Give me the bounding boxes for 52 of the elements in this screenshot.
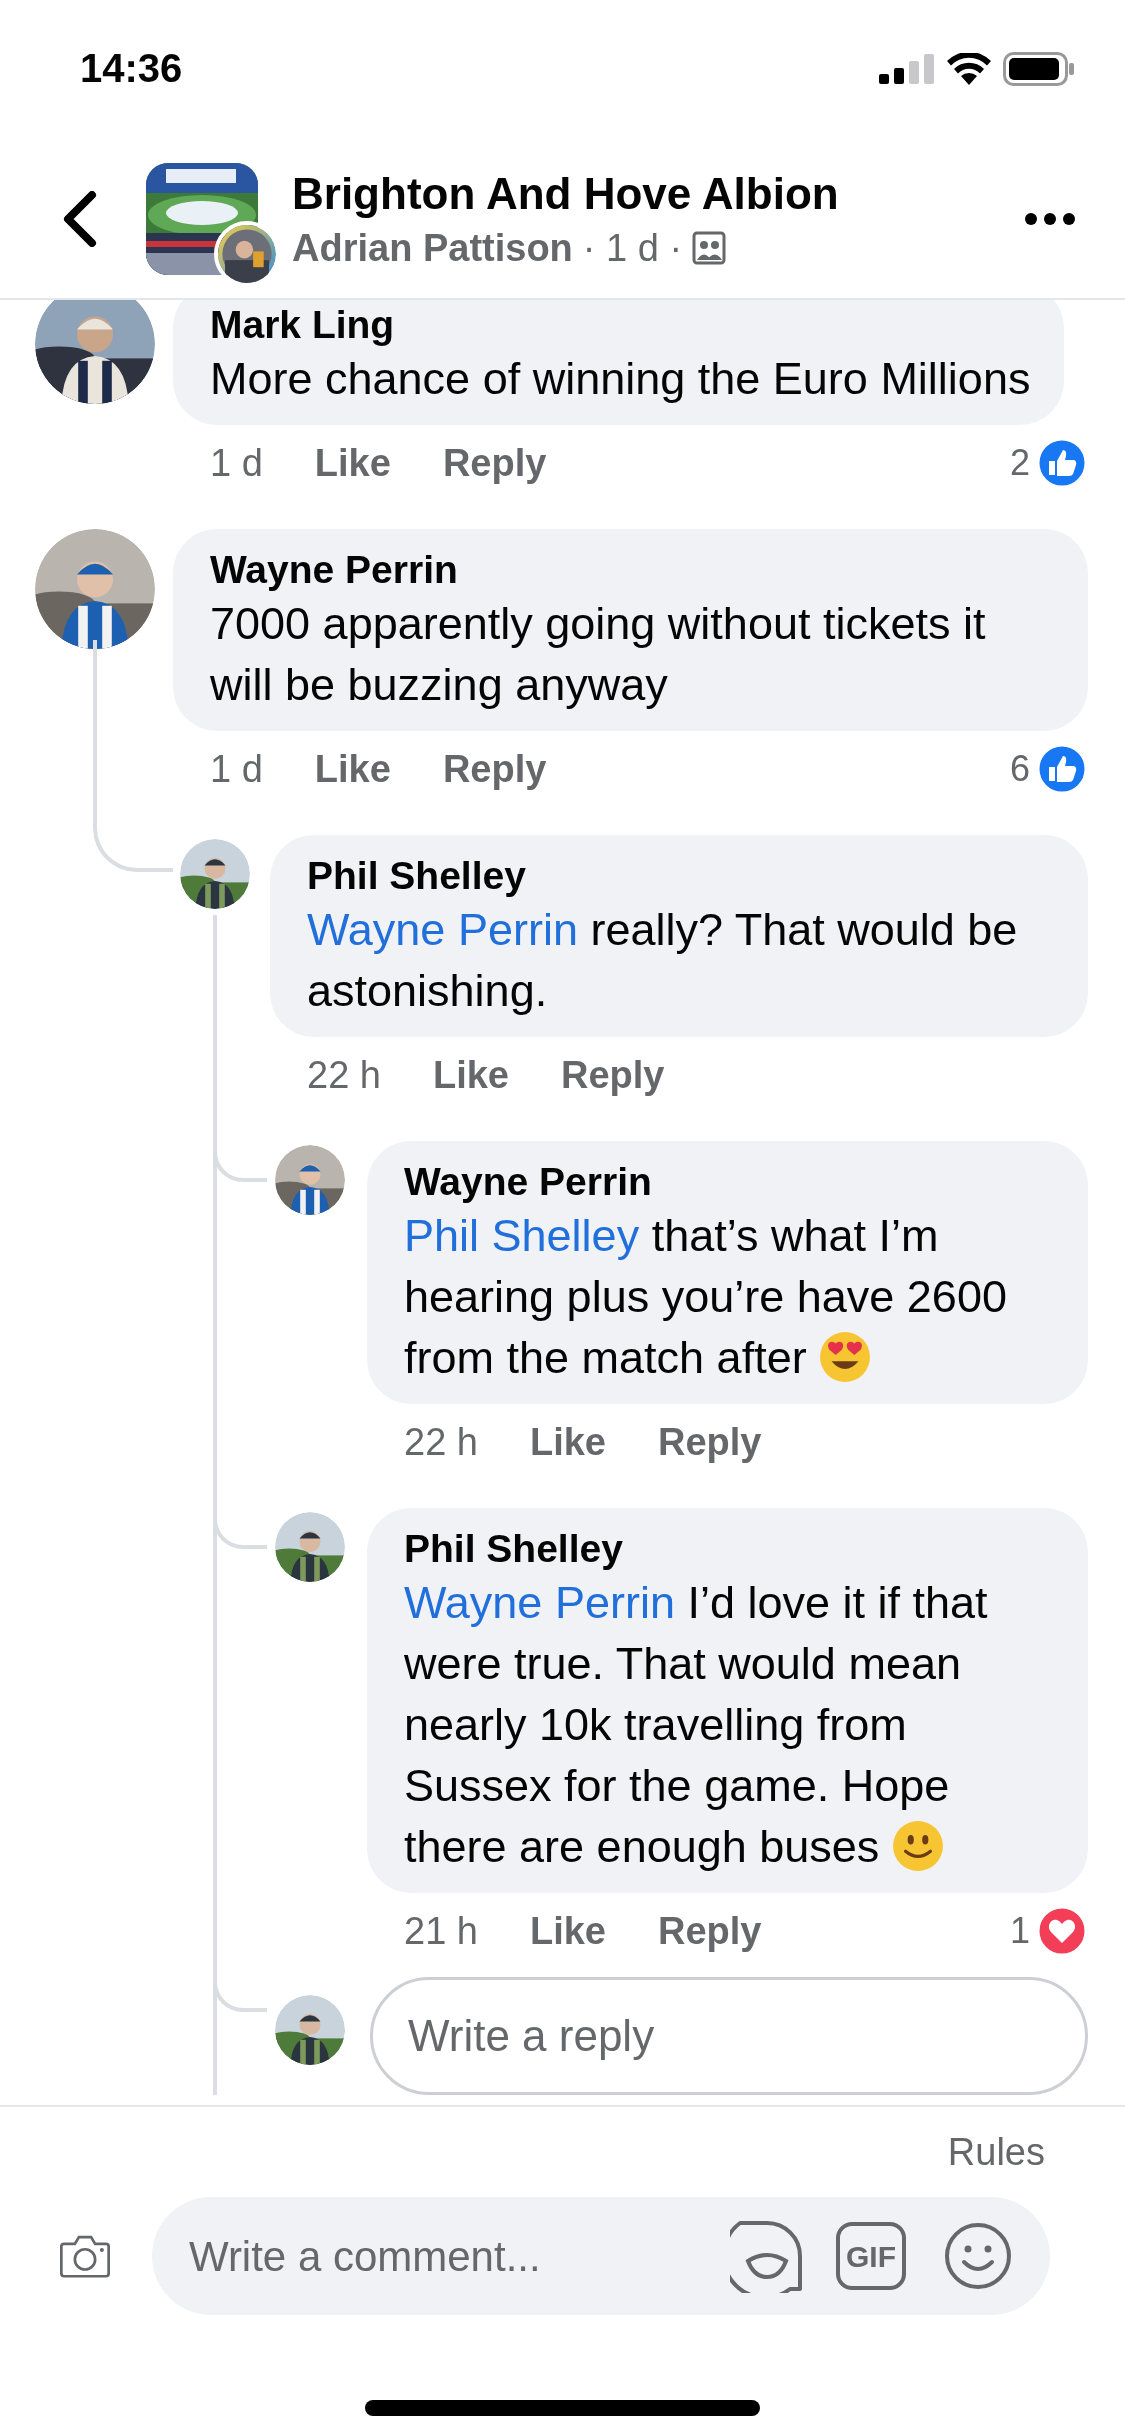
comment-time: 1 d xyxy=(210,746,263,792)
comment-action-link[interactable]: Reply xyxy=(658,1413,762,1471)
comment-text: Phil Shelley that’s what I’m hearing plus you’re have 2600 from the match after xyxy=(404,1209,1008,1385)
group-icon xyxy=(692,231,727,265)
sticker-icon[interactable] xyxy=(730,2219,804,2293)
comment-time: 22 h xyxy=(404,1419,478,1465)
comment-action-link[interactable]: Reply xyxy=(561,1046,665,1104)
comment-action-link[interactable]: Like xyxy=(432,1046,509,1104)
signal-icon xyxy=(879,54,935,84)
rules-link[interactable]: Rules xyxy=(947,2123,1045,2181)
battery-icon xyxy=(1003,52,1075,86)
comment-action-link[interactable]: Like xyxy=(529,1902,606,1960)
comment-author[interactable]: Wayne Perrin xyxy=(404,1159,1054,1205)
comment-text: Wayne Perrin I’d love it if that were true. That would mean nearly 10k travelling from Sussex for the game. Hope there are enough buses xyxy=(404,1576,989,1874)
comment-time: 22 h xyxy=(307,1052,381,1098)
emoji-icon[interactable] xyxy=(944,2222,1012,2290)
reply-field[interactable]: Write a reply xyxy=(370,1977,1088,2095)
comment-action-link[interactable]: Reply xyxy=(442,434,547,492)
comment-author[interactable]: Phil Shelley xyxy=(404,1526,1054,1572)
comment-action-link[interactable]: Like xyxy=(529,1413,606,1471)
mention-link[interactable]: Phil Shelley xyxy=(404,1210,640,1261)
post-author[interactable]: Adrian Pattison xyxy=(292,223,573,273)
comment-time: 1 d xyxy=(210,440,263,486)
comment-text: More chance of winning the Euro Millions xyxy=(210,352,1031,406)
mention-link[interactable]: Wayne Perrin xyxy=(404,1577,675,1628)
reaction-count: 6 xyxy=(1009,747,1030,791)
heart-eyes-emoji-icon xyxy=(819,1331,872,1383)
like-reaction-icon[interactable] xyxy=(1036,743,1088,795)
smiley-emoji-icon xyxy=(891,1820,944,1872)
group-title[interactable]: Brighton And Hove Albion xyxy=(292,165,1025,223)
reaction-count: 2 xyxy=(1009,441,1030,485)
comment-input[interactable]: Write a comment... xyxy=(189,2224,730,2288)
comment-author[interactable]: Phil Shelley xyxy=(307,853,1054,899)
love-reaction-icon[interactable] xyxy=(1036,1905,1088,1957)
gif-button[interactable]: GIF xyxy=(836,2222,906,2290)
status-time: 14:36 xyxy=(80,45,183,92)
post-age: · 1 d · xyxy=(582,226,683,271)
comment-action-link[interactable]: Reply xyxy=(658,1902,762,1960)
comment-action-link[interactable]: Reply xyxy=(442,740,547,798)
comment-text: 7000 apparently going without tickets it will be buzzing anyway xyxy=(210,597,987,712)
comment-field[interactable]: Write a comment... GIF xyxy=(152,2197,1050,2315)
mention-link[interactable]: Wayne Perrin xyxy=(307,904,578,955)
reaction-count: 1 xyxy=(1009,1909,1030,1953)
comment-author[interactable]: Wayne Perrin xyxy=(210,547,1054,593)
like-reaction-icon[interactable] xyxy=(1036,437,1088,489)
wifi-icon xyxy=(947,53,991,85)
comment-text: Wayne Perrin really? That would be astonishing. xyxy=(307,903,1019,1018)
comment-time: 21 h xyxy=(404,1908,478,1954)
comment-author[interactable]: Mark Ling xyxy=(210,302,1031,348)
comment-action-link[interactable]: Like xyxy=(314,434,391,492)
more-icon[interactable] xyxy=(1025,213,1075,225)
comment-action-link[interactable]: Like xyxy=(314,740,391,798)
